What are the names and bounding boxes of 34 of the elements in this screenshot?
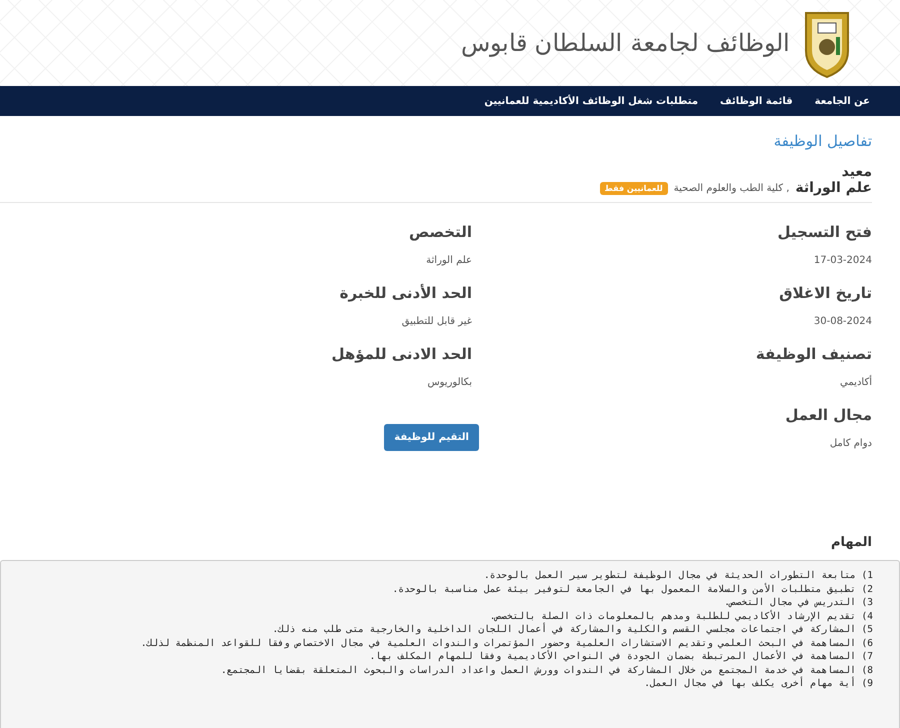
college-name: , كلية الطب والعلوم الصحية [674, 182, 790, 194]
detail-label: التخصص [408, 223, 472, 241]
detail-value: أكاديمي [839, 377, 872, 388]
detail-label: تاريخ الاغلاق [778, 284, 872, 302]
tasks-heading: المهام [830, 535, 872, 550]
detail-value: دوام كامل [828, 438, 872, 449]
detail-value: علم الوراثة [425, 255, 472, 266]
task-line: 6) المساهمة في البحث العلمي وتقديم الاستشارات العلمية وحضور المؤتمرات والندوات العلمية في مجال الاختصاص وفقا للقواعد المنظمة لذلك. [140, 636, 873, 650]
detail-value: 17-03-2024 [812, 255, 872, 266]
task-line: 9) أية مهام أخرى يكلف بها في مجال العمل. [643, 677, 873, 690]
detail-value: 30-08-2024 [812, 316, 872, 327]
task-line: 8) المساهمة في خدمة المجتمع من خلال المشاركة في الندوات وورش العمل واعداد الدراسات والبحوث المتعلقة بقضايا المجتمع. [220, 664, 873, 676]
task-line: 2) تطبيق متطلبات الأمن والسلامة المعمول بها في الجامعة لتوفير بيئة عمل مناسبة بالوحدة. [392, 582, 873, 596]
site-title: الوظائف لجامعة السلطان قابوس [461, 29, 790, 57]
detail-label: الحد الأدنى للخبرة [338, 284, 472, 302]
detail-value: غير قابل للتطبيق [400, 316, 472, 327]
detail-value: بكالوريوس [426, 377, 472, 388]
task-line: 7) المساهمة في الأعمال المرتبطة بضمان الجودة في النواحي الأكاديمية وفقا للمهام المكلف بها. [368, 650, 873, 664]
page-title: تفاصيل الوظيفة [772, 132, 872, 150]
job-specialty: علم الوراثة [795, 180, 872, 196]
job-title: معيد [840, 164, 872, 180]
detail-label: تصنيف الوظيفة [754, 345, 872, 363]
detail-label: فتح التسجيل [776, 223, 872, 241]
nav-link[interactable]: قائمة الوظائف [720, 96, 793, 106]
nav-link[interactable]: متطلبات شغل الوظائف الأكاديمية للعمانيين [484, 96, 698, 106]
eligibility-badge: للعمانيين فقط [600, 182, 668, 194]
apply-button[interactable]: التقيم للوظيفة [384, 424, 479, 451]
task-line: 4) تقديم الإرشاد الأكاديمي للطلبة ومدهم بالمعلومات ذات الصلة بالتخصص. [488, 610, 873, 622]
nav-link[interactable]: عن الجامعة [814, 96, 870, 106]
task-line: 3) التدريس في مجال التخصص. [723, 596, 873, 610]
task-line: 1) متابعة التطورات الحديثة في مجال الوظيفة لتطوير سير العمل بالوحدة. [483, 569, 873, 582]
detail-label: مجال العمل [784, 406, 872, 424]
task-line: 5) المشاركة في اجتماعات مجلسي القسم والكلية والمشاركة في أعمال اللجان الداخلية والخارجية متى طلب منه ذلك. [271, 623, 873, 636]
detail-label: الحد الادنى للمؤهل [330, 345, 472, 363]
